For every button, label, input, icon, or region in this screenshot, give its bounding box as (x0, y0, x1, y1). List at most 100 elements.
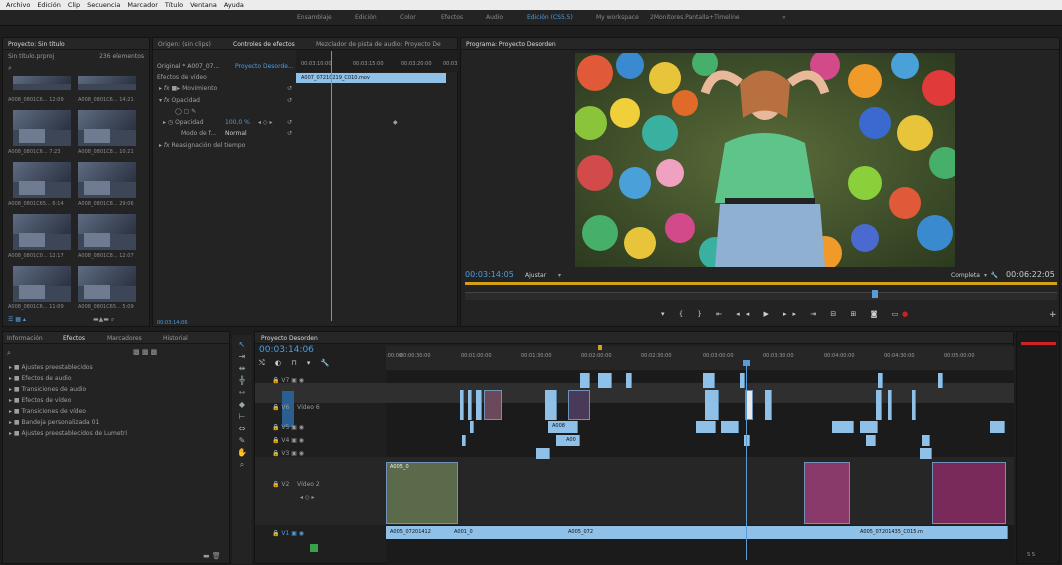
timeline-clip[interactable] (866, 435, 876, 446)
program-video-frame[interactable] (575, 53, 955, 267)
timeline-clip[interactable] (484, 390, 502, 420)
reset-icon[interactable]: ↺ (287, 97, 292, 104)
timeline-clip[interactable] (696, 421, 716, 433)
timeline-clip[interactable] (598, 373, 612, 388)
project-tab[interactable]: Proyecto: Sin título (8, 41, 65, 48)
ripple-edit-icon[interactable]: ⇹ (236, 364, 248, 374)
effects-item[interactable]: ▸ ■ Ajustes preestablecidos (9, 364, 93, 371)
chevron-down-icon[interactable]: ▾ (558, 272, 561, 279)
effects-item[interactable]: ▸ ■ Efectos de audio (9, 375, 71, 382)
menu-titulo[interactable]: Título (165, 1, 183, 9)
program-timecode[interactable]: 00:03:14:05 (465, 270, 514, 279)
mask-icons[interactable]: ◯ ▢ ✎ (175, 108, 196, 115)
timeline-clip[interactable] (460, 390, 464, 420)
rolling-edit-icon[interactable]: ╬ (236, 376, 248, 386)
timeline-clip[interactable] (470, 421, 474, 433)
tab-efectos[interactable]: Efectos (63, 335, 85, 342)
timeline-clip[interactable] (912, 390, 916, 420)
workspace-2monitores[interactable]: 2Monitores.Pantalla+Timeline (650, 14, 740, 21)
clip-thumbnail[interactable] (13, 110, 71, 146)
menu-ayuda[interactable]: Ayuda (224, 1, 244, 9)
timeline-tab[interactable]: Proyecto Desorden (261, 335, 318, 342)
menu-ventana[interactable]: Ventana (190, 1, 217, 9)
zoom-slider[interactable]: ▬▲▬ ⌕ (93, 316, 114, 324)
clip-thumbnail[interactable] (78, 214, 136, 250)
workspace-efectos[interactable]: Efectos (441, 14, 463, 21)
track-header-v4[interactable]: 🔒 V4 ▣ ◉ (272, 437, 304, 444)
workspace-color[interactable]: Color (400, 14, 416, 21)
track-header-v5[interactable]: 🔒 V5 ▣ ◉ (272, 424, 304, 431)
track-header-v7[interactable]: 🔒 V7 ▣ ◉ (272, 377, 304, 384)
clip-thumbnail[interactable] (13, 162, 71, 198)
playhead-handle[interactable] (743, 360, 750, 366)
tab-effect-controls[interactable]: Controles de efectos (233, 41, 295, 48)
timeline-clip[interactable] (878, 373, 883, 388)
new-bin-icon[interactable]: ▬ 🗑 (203, 552, 221, 560)
search-icon[interactable]: ⌕ (8, 64, 12, 73)
timeline-clip[interactable] (860, 421, 878, 433)
timeline-clip[interactable] (703, 373, 715, 388)
timeline-clip[interactable] (536, 448, 550, 459)
workspace-edicion-cs55[interactable]: Edición (CS5.5) (527, 14, 573, 21)
clip-thumbnail[interactable] (78, 76, 136, 90)
record-icon[interactable]: ● (902, 310, 908, 318)
tab-informacion[interactable]: Información (7, 335, 43, 342)
timeline-clip[interactable] (990, 421, 1005, 433)
ec-timecode[interactable]: 00:03:14:06 (157, 320, 188, 326)
timeline-clip[interactable] (386, 462, 458, 524)
effects-item[interactable]: ▸ ■ Ajustes preestablecidos de Lumetri (9, 430, 127, 437)
timeline-clip[interactable] (568, 390, 590, 420)
fit-select[interactable]: Ajustar (525, 272, 546, 279)
reset-icon[interactable]: ↺ (287, 85, 292, 92)
program-playhead[interactable] (872, 290, 878, 298)
timeline-clip[interactable] (462, 435, 466, 446)
keyframe-icon[interactable]: ◆ (393, 119, 398, 126)
clip-thumbnail[interactable] (13, 76, 71, 90)
reset-icon[interactable]: ↺ (287, 130, 292, 137)
tab-marcadores[interactable]: Marcadores (107, 335, 142, 342)
program-tab[interactable]: Programa: Proyecto Desorden (466, 41, 556, 48)
opacity-param-row[interactable]: ▸ ◷ Opacidad (163, 119, 204, 126)
timeline-playhead[interactable] (746, 360, 747, 560)
fx-opacity-row[interactable]: ▾ fx Opacidad (159, 97, 200, 104)
workspace-ensamblaje[interactable]: Ensamblaje (297, 14, 332, 21)
workspace-audio[interactable]: Audio (486, 14, 503, 21)
menu-secuencia[interactable]: Secuencia (87, 1, 120, 9)
menu-clip[interactable]: Clip (68, 1, 80, 9)
clip-thumbnail[interactable] (78, 110, 136, 146)
workspace-edicion[interactable]: Edición (355, 14, 377, 21)
clip-thumbnail[interactable] (13, 266, 71, 302)
timeline-clip[interactable] (832, 421, 854, 433)
slide-icon[interactable]: ⇔ (236, 424, 248, 434)
in-out-marker[interactable] (465, 282, 1057, 285)
timeline-clip[interactable] (705, 390, 719, 420)
transport-controls[interactable]: ▾ { } ⇤ ◂◂ ▶ ▸▸ ⇥ ⊟ ⊞ ◙ ▭ (661, 310, 904, 318)
timeline-timecode[interactable]: 00:03:14:06 (259, 345, 314, 355)
timeline-clip[interactable] (765, 390, 772, 420)
list-view-icon[interactable]: ☰ ▦ ▴ (8, 316, 26, 323)
effects-item[interactable]: ▸ ■ Efectos de vídeo (9, 397, 71, 404)
blend-mode-select[interactable]: Normal (225, 130, 247, 137)
rate-stretch-icon[interactable]: ⇿ (236, 388, 248, 398)
workspace-overflow[interactable]: » (782, 14, 786, 21)
timeline-clip[interactable] (938, 373, 943, 388)
timeline-clip[interactable] (476, 390, 482, 420)
effects-item[interactable]: ▸ ■ Transiciones de vídeo (9, 408, 86, 415)
timeline-clip[interactable] (932, 462, 1006, 524)
timeline-clip[interactable] (721, 421, 739, 433)
fx-motion-row[interactable]: ▸ fx ■▸ Movimiento (159, 85, 217, 92)
timeline-clip[interactable] (804, 462, 850, 524)
timeline-clip[interactable] (888, 390, 892, 420)
razor-icon[interactable]: ◆ (236, 400, 248, 410)
tab-audio-mixer[interactable]: Mezclador de pista de audio: Proyecto De (316, 41, 441, 48)
keyframe-nav[interactable]: ◂ ◇ ▸ (258, 119, 272, 126)
workspace-my[interactable]: My workspace (596, 14, 639, 21)
track-header-v6[interactable]: 🔒 V6 (272, 404, 289, 411)
effects-item[interactable]: ▸ ■ Transiciones de audio (9, 386, 86, 393)
track-header-v2[interactable]: 🔒 V2 (272, 481, 289, 488)
track-header-v3[interactable]: 🔒 V3 ▣ ◉ (272, 450, 304, 457)
clip-thumbnail[interactable] (13, 214, 71, 250)
hand-icon[interactable]: ✋ (236, 448, 248, 458)
slip-icon[interactable]: ⊢ (236, 412, 248, 422)
timeline-clip[interactable] (545, 390, 557, 420)
